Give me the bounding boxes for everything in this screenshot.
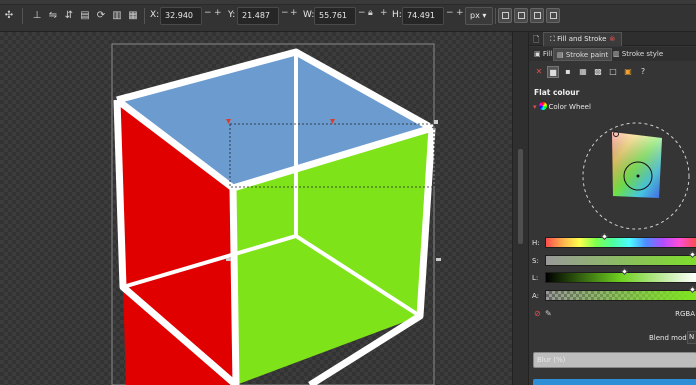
w-decrement-button[interactable]: − [358,8,366,18]
scrollbar-thumb[interactable] [518,149,523,244]
blend-mode-select[interactable]: N [687,331,696,344]
tab-stroke-style-label: Stroke style [621,50,664,58]
rgba-row: ⊘ ✎ RGBA [529,308,696,322]
lightness-knob[interactable] [620,267,629,276]
raise-icon[interactable]: ▤ [78,9,92,23]
mesh-gradient-icon[interactable]: ▩ [592,66,604,78]
h-increment-button[interactable]: + [456,8,464,18]
flip-vertical-icon[interactable]: ⇵ [62,9,76,23]
rgba-label: RGBA [675,310,695,318]
canvas-vertical-scrollbar[interactable] [512,32,528,385]
y-label: Y: [228,10,236,20]
unit-value: px [470,11,480,20]
close-icon[interactable]: ⊗ [609,35,615,43]
handle-left-middle [226,258,231,261]
wheel-selection-dot[interactable] [636,174,640,178]
flat-colour-heading: Flat colour [534,88,580,97]
wheel-triangle-shade [612,132,662,198]
radial-gradient-icon[interactable]: ▦ [577,66,589,78]
move-gradients-button[interactable] [530,8,544,23]
x-label: X: [150,10,160,20]
color-wheel[interactable] [580,120,692,232]
align-icon[interactable]: ⊥ [30,9,44,23]
group-icon[interactable]: ▦ [126,9,140,23]
x-increment-button[interactable]: + [214,8,222,18]
flip-horizontal-icon[interactable]: ⇋ [46,9,60,23]
toolbar-separator [22,8,23,24]
unit-select[interactable]: px ▾ [465,7,493,25]
tab-stroke-style[interactable]: ▥ Stroke style [610,48,666,61]
y-input[interactable]: 21.487 [237,7,279,25]
select-tool-icon[interactable]: ✣ [2,9,16,23]
toolbar-top-strip [0,0,696,5]
color-wheel-label: Color Wheel [548,103,591,111]
y-increment-button[interactable]: + [290,8,298,18]
s-slider-label: S: [532,257,539,265]
hue-slider[interactable] [545,232,696,248]
toolbar-separator [144,8,145,24]
fill-stroke-subtabs: ▣ Fill ▤ Stroke paint ▥ Stroke style [529,47,696,61]
linear-gradient-icon[interactable]: ▪ [562,66,574,78]
dock-tabbar: 🗋︎ ⛶ Fill and Stroke ⊗ [529,32,696,46]
scale-stroke-button[interactable] [498,8,512,23]
w-increment-button[interactable]: + [380,8,388,18]
alpha-slider[interactable] [545,285,696,301]
no-paint-icon[interactable]: ✕ [533,66,545,78]
swatch-icon[interactable]: ▣ [622,66,634,78]
top-toolbar: ✣ ⊥ ⇋ ⇵ ▤ ⟳ ▥ ▦ X: 32.940 − + Y: 21.487 … [0,0,696,32]
opacity-slider[interactable] [533,379,696,385]
l-slider-label: L: [532,274,539,282]
canvas-drawing [111,43,441,385]
scale-corners-button[interactable] [514,8,528,23]
lower-icon[interactable]: ▥ [110,9,124,23]
tab-fill-label: Fill [542,50,553,58]
eyedropper-icon[interactable]: ✎ [545,309,552,318]
tab-stroke-paint-label: Stroke paint [565,51,609,59]
chevron-down-icon: ▾ [533,103,537,111]
handle-top-right [434,120,438,124]
hue-knob[interactable] [600,232,609,241]
blur-slider[interactable]: Blur (%) [533,352,696,368]
y-decrement-button[interactable]: − [281,8,289,18]
blend-mode-row: Blend mode: N [529,331,696,345]
blur-label: Blur (%) [537,356,566,364]
h-slider-label: H: [532,239,540,247]
color-wheel-selector[interactable]: ▾ Color Wheel [533,102,591,111]
w-input[interactable]: 55.761 [314,7,356,25]
saturation-knob[interactable] [688,250,696,259]
tab-stroke-paint[interactable]: ▤ Stroke paint [553,48,613,61]
tab-fill[interactable]: ▣ Fill [531,48,555,61]
tab-fill-and-stroke-label: Fill and Stroke [557,35,607,43]
x-decrement-button[interactable]: − [204,8,212,18]
a-slider-label: A: [532,292,540,300]
toolbar-separator [495,8,496,24]
saturation-slider[interactable] [545,250,696,266]
reset-icon[interactable]: ⊘ [534,309,541,318]
flat-color-icon[interactable]: ■ [547,66,559,78]
drawing-canvas[interactable] [0,32,512,385]
doc-icon[interactable]: 🗋︎ [533,34,539,48]
alpha-knob[interactable] [688,285,696,294]
unset-paint-icon[interactable]: ? [637,66,649,78]
pattern-icon[interactable]: □ [607,66,619,78]
h-input[interactable]: 74.491 [402,7,444,25]
cube-front-vertical-edge [229,187,240,385]
x-input[interactable]: 32.940 [160,7,202,25]
rotate-icon[interactable]: ⟳ [94,9,108,23]
move-patterns-button[interactable] [546,8,560,23]
lightness-slider[interactable] [545,267,696,283]
w-label: W: [303,10,315,20]
fill-stroke-dock: 🗋︎ ⛶ Fill and Stroke ⊗ ▣ Fill ▤ Stroke pa… [528,32,696,385]
h-label: H: [392,10,402,20]
h-decrement-button[interactable]: − [446,8,454,18]
tab-fill-and-stroke[interactable]: ⛶ Fill and Stroke ⊗ [543,32,623,46]
lock-icon[interactable]: 🔒︎ [368,8,373,18]
color-wheel-icon [538,102,547,110]
handle-right-middle [436,258,441,261]
